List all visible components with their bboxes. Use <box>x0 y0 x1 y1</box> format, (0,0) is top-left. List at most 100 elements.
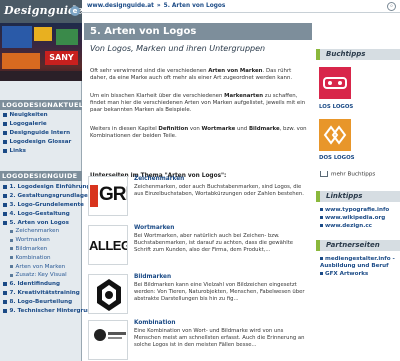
bullet-icon <box>3 194 7 199</box>
intro-paragraph-3: Weiters in diesen Kapitel Definition von… <box>90 126 307 140</box>
bullet-icon <box>3 220 7 225</box>
linktipps-header: Linktipps <box>316 191 400 202</box>
cart-icon <box>320 171 328 177</box>
bullet-icon <box>3 290 7 295</box>
top-circle-icon[interactable]: ◦ <box>387 2 396 11</box>
nav-subitem-key-visual[interactable]: Zusatz: Key Visual <box>0 271 82 280</box>
wortmarken-thumbnail[interactable]: ALLEGI <box>88 225 128 265</box>
nav-item-einfuehrung[interactable]: 1. Logodesign Einführung <box>0 183 91 192</box>
nav-item-logogalerie[interactable]: Logogalerie <box>0 120 82 129</box>
bullet-icon <box>3 122 7 127</box>
buchtipps-header: Buchtipps <box>316 49 400 60</box>
book-title-los-logos[interactable]: LOS LOGOS <box>319 104 353 110</box>
nav-item-identifindung[interactable]: 6. Identifindung <box>0 280 82 289</box>
book-cover-art-icon <box>323 125 347 145</box>
intro-paragraph-2: Um ein bisschen Klarheit über die versch… <box>90 93 306 114</box>
nav-item-gestaltungsgrundlagen[interactable]: 2. Gestaltungsgrundlagen <box>0 192 92 201</box>
bullet-icon <box>3 299 7 304</box>
guide-nav: 1. Logodesign Einführung 2. Gestaltungsg… <box>0 183 95 315</box>
guide-header: LOGODESIGNGUIDE <box>0 171 82 181</box>
nav-item-links[interactable]: Links <box>0 146 82 155</box>
nav-subitem-kombination[interactable]: Kombination <box>0 253 82 262</box>
topic-item-zeichenmarken[interactable]: GRI Zeichenmarken Zeichenmarken, oder au… <box>88 176 312 222</box>
intro-paragraph-1: Oft sehr verwirrend sind die verschieden… <box>90 68 293 82</box>
breadcrumb-separator: » <box>156 3 161 9</box>
bullet-icon <box>10 247 13 251</box>
bullet-icon <box>3 282 7 287</box>
nav-item-designguide-intern[interactable]: Designguide Intern <box>0 129 82 138</box>
nav-subitem-arten-von-marken[interactable]: Arten von Marken <box>0 262 82 271</box>
bullet-icon <box>10 256 13 260</box>
nav-item-neuigkeiten[interactable]: Neuigkeiten <box>0 111 82 120</box>
bullet-icon <box>320 272 323 275</box>
book-title-dos-logos[interactable]: DOS LOGOS <box>319 155 355 161</box>
topic-title[interactable]: Kombination <box>134 320 175 326</box>
thumb-logo-text: ALLEGI <box>89 238 127 253</box>
bullet-icon <box>3 211 7 216</box>
page-title: 5. Arten von Logos <box>84 23 312 40</box>
bullet-icon <box>3 202 7 207</box>
nav-subitem-zeichenmarken[interactable]: Zeichenmarken <box>0 227 82 236</box>
book-cover-dos-logos[interactable] <box>319 119 351 151</box>
breadcrumb-home-link[interactable]: www.designguide.at <box>87 3 154 9</box>
bullet-icon <box>3 185 7 190</box>
partner-header: Partnerseiten <box>316 240 400 251</box>
breadcrumb-current[interactable]: 5. Arten von Logos <box>164 3 226 9</box>
kombination-thumbnail[interactable] <box>88 320 128 360</box>
bullet-icon <box>3 139 7 144</box>
bullet-icon <box>10 265 13 269</box>
site-logo-bar[interactable]: Designguide e <box>0 0 83 23</box>
topic-description: Bei Wortmarken, aber natürlich auch bei … <box>134 233 294 253</box>
photo-billboard <box>2 26 32 48</box>
link-wikipedia[interactable]: www.wikipedia.org <box>320 215 385 221</box>
aktuell-nav: Neuigkeiten Logogalerie Designguide Inte… <box>0 111 82 155</box>
photo-street <box>0 71 82 81</box>
nav-item-arten-von-logos[interactable]: 5. Arten von Logos <box>0 218 82 227</box>
topic-title[interactable]: Bildmarken <box>134 274 171 280</box>
topic-title[interactable]: Zeichenmarken <box>134 176 184 182</box>
photo-billboard <box>56 29 78 45</box>
book-cover-los-logos[interactable] <box>319 67 351 99</box>
topic-item-kombination[interactable]: Kombination Eine Kombination von Wort- u… <box>88 320 312 361</box>
kombination-logo-icon <box>94 329 126 341</box>
nav-item-technischer-hintergrund[interactable]: 9. Technischer Hintergrund <box>0 306 95 315</box>
bildmarke-logo-icon <box>97 279 121 311</box>
bullet-icon <box>320 257 323 260</box>
partner-gfx-artworks[interactable]: GFX Artworks <box>320 271 368 277</box>
thumb-red-bar <box>90 185 98 207</box>
breadcrumb: www.designguide.at» 5. Arten von Logos <box>87 3 225 9</box>
photo-billboard <box>2 53 40 69</box>
link-typografie[interactable]: www.typografie.info <box>320 207 389 213</box>
main-content: 5. Arten von Logos Von Logos, Marken und… <box>82 13 314 361</box>
bullet-icon <box>3 130 7 135</box>
nav-item-glossar[interactable]: Logodesign Glossar <box>0 137 82 146</box>
link-dezign[interactable]: www.dezign.cc <box>320 223 372 229</box>
partner-mediengestalter[interactable]: mediengestalter.info - Ausbildung und Be… <box>320 256 398 270</box>
zeichenmarken-thumbnail[interactable]: GRI <box>88 176 128 216</box>
bullet-icon <box>3 148 7 153</box>
topic-item-wortmarken[interactable]: ALLEGI Wortmarken Bei Wortmarken, aber n… <box>88 225 312 271</box>
topic-description: Eine Kombination von Wort- und Bildmarke… <box>134 328 305 348</box>
topic-description: Bei Bildmarken kann eine Vielzahl von Bi… <box>134 282 305 302</box>
bullet-icon <box>3 113 7 118</box>
bullet-icon <box>3 308 7 313</box>
bullet-icon <box>10 273 13 277</box>
nav-item-logo-gestaltung[interactable]: 4. Logo-Gestaltung <box>0 209 82 218</box>
topic-description: Zeichenmarken, oder auch Buchstabenmarke… <box>134 184 304 197</box>
bullet-icon <box>10 238 13 242</box>
nav-subitem-bildmarken[interactable]: Bildmarken <box>0 245 82 254</box>
bullet-icon <box>320 224 323 227</box>
nav-item-grundelemente[interactable]: 3. Logo-Grundelemente <box>0 201 84 210</box>
photo-sign: SANY <box>45 51 78 65</box>
page-subtitle: Von Logos, Marken und ihren Untergruppen <box>90 44 266 53</box>
bullet-icon <box>320 216 323 219</box>
topic-title[interactable]: Wortmarken <box>134 225 174 231</box>
aktuell-header: LOGODESIGNAKTUELL <box>0 100 88 110</box>
nav-item-kreativitaetstraining[interactable]: 7. Kreativitätstraining <box>0 289 82 298</box>
bildmarken-thumbnail[interactable] <box>88 274 128 314</box>
photo-billboard <box>34 27 52 41</box>
nav-subitem-wortmarken[interactable]: Wortmarken <box>0 236 82 245</box>
nav-item-logo-beurteilung[interactable]: 8. Logo-Beurteilung <box>0 297 82 306</box>
topic-item-bildmarken[interactable]: Bildmarken Bei Bildmarken kann eine Viel… <box>88 274 312 320</box>
more-books-link[interactable]: mehr Buchtipps <box>320 171 375 178</box>
